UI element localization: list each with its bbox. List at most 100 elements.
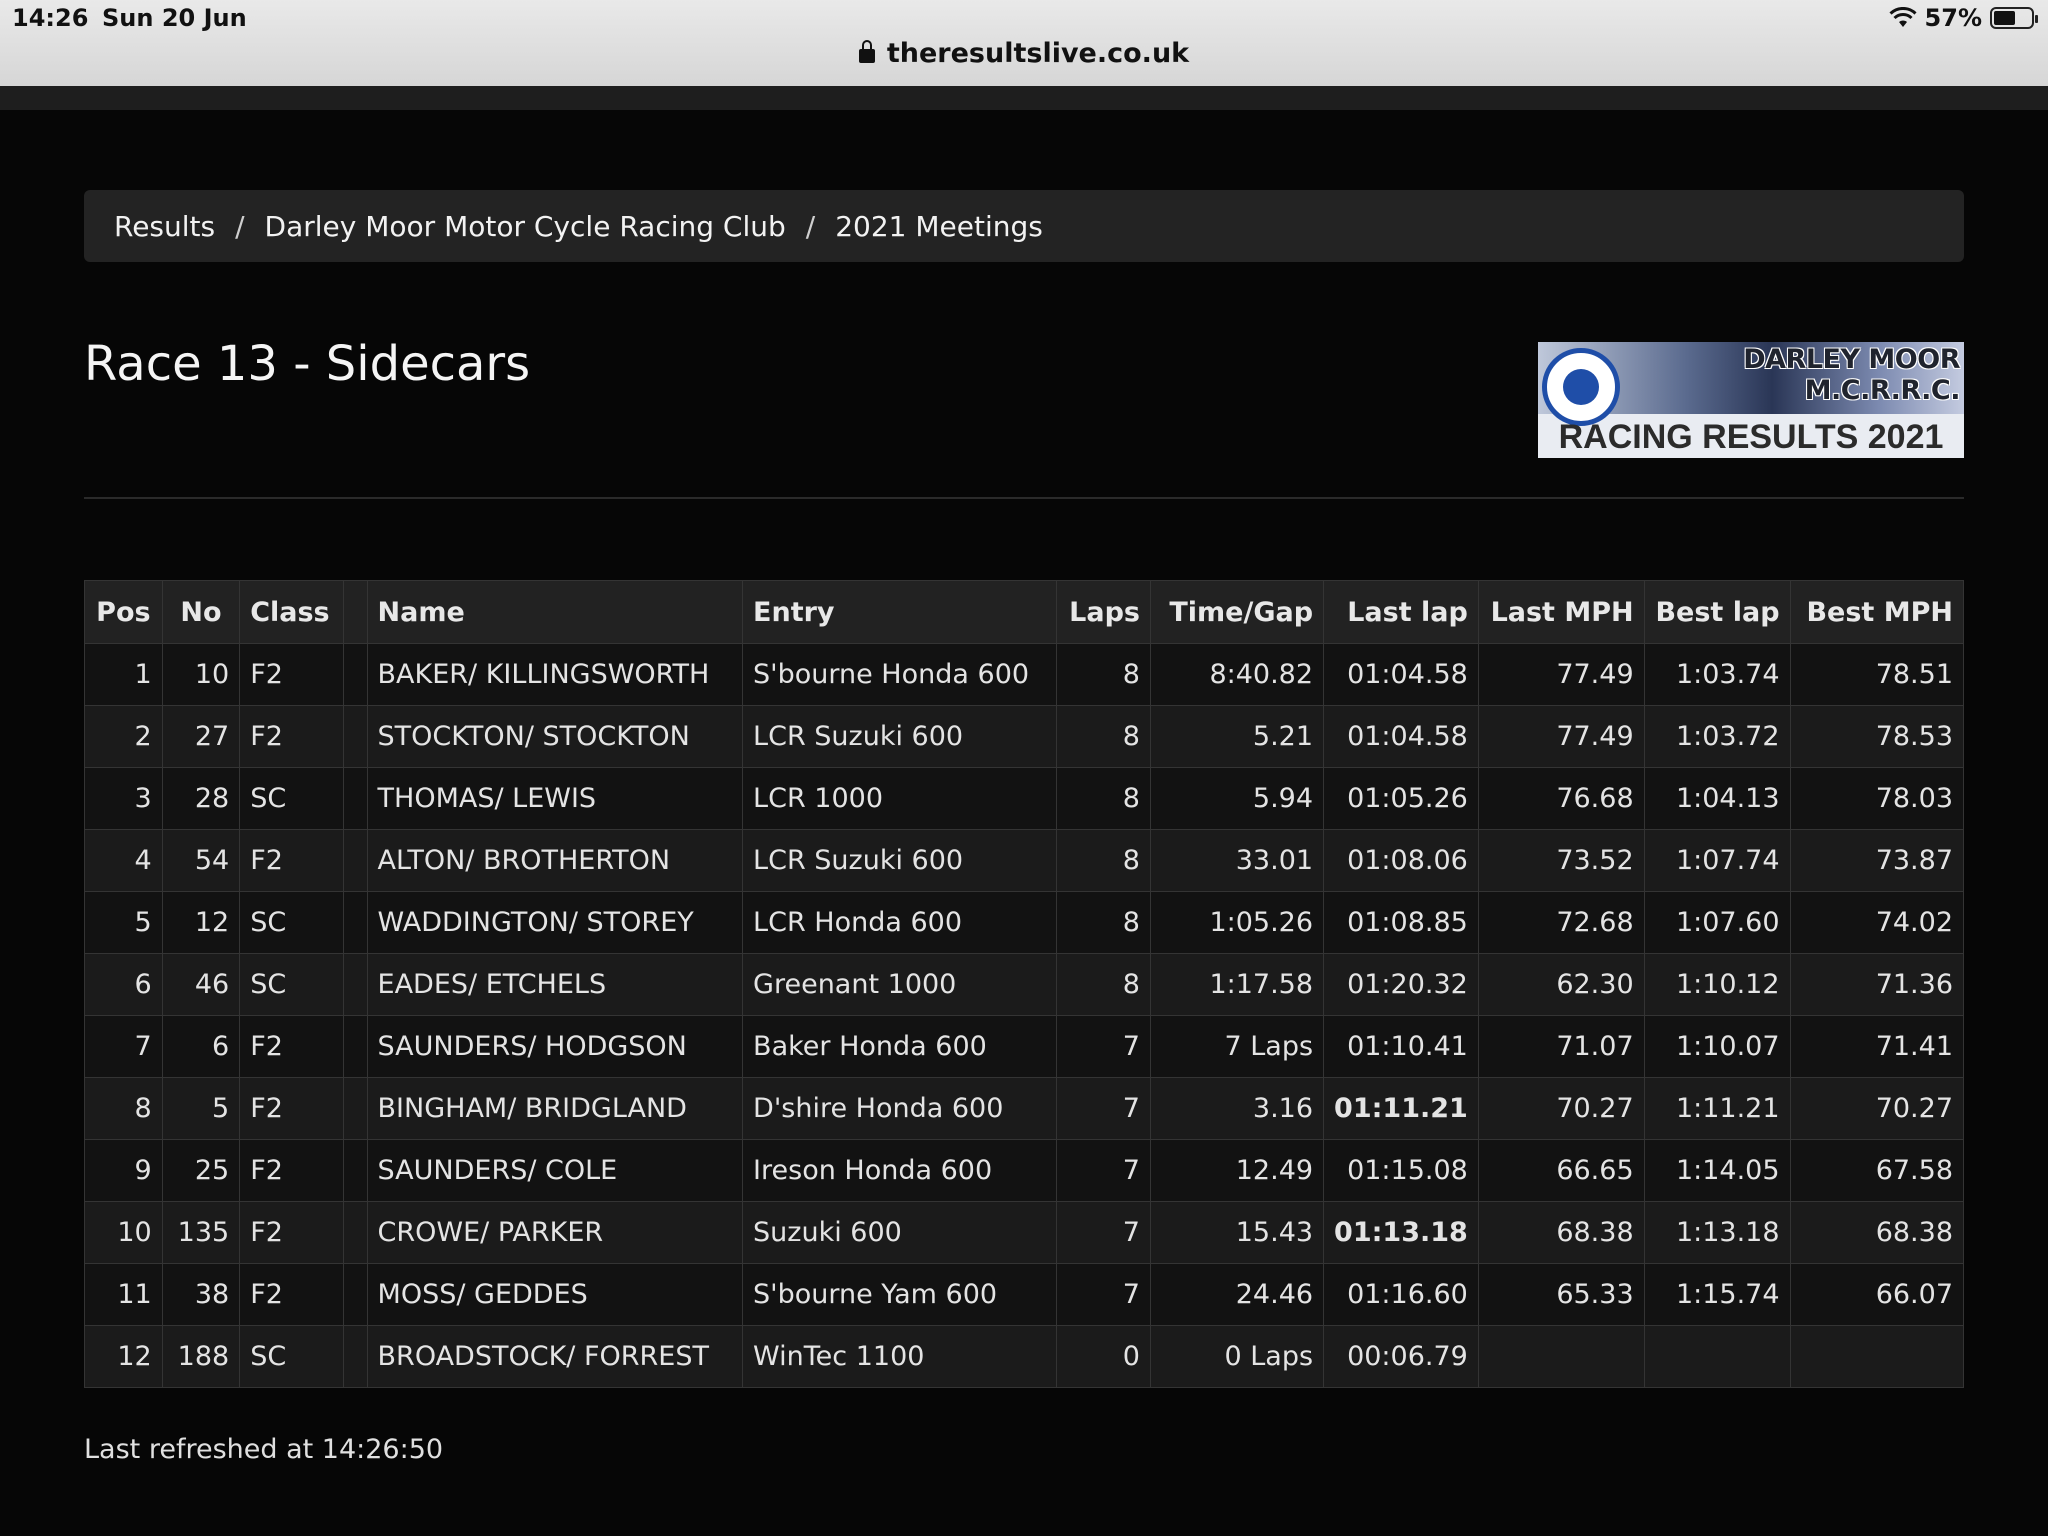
pos-cell: 12 (84, 1325, 163, 1388)
time-gap-cell: 0 Laps (1149, 1325, 1325, 1388)
best-mph-cell: 74.02 (1789, 891, 1965, 954)
class-cell: SC (239, 891, 344, 954)
name-cell: SAUNDERS/ HODGSON (366, 1015, 744, 1078)
breadcrumb-results[interactable]: Results (114, 210, 215, 243)
last-mph-cell: 77.49 (1477, 643, 1645, 706)
number-cell: 5 (161, 1077, 241, 1140)
best-mph-cell: 71.36 (1789, 953, 1965, 1016)
best-mph-cell: 78.51 (1789, 643, 1965, 706)
laps-cell: 8 (1056, 643, 1151, 706)
time-gap-cell: 24.46 (1149, 1263, 1325, 1326)
results-table: Pos No Class Name Entry Laps Time/Gap La… (84, 580, 1965, 1388)
page-title: Race 13 - Sidecars (84, 336, 531, 392)
table-row: 5 12 SC WADDINGTON/ STOREY LCR Honda 600 8 1:0… (84, 891, 1965, 954)
header-spacer (342, 580, 368, 644)
entry-cell: LCR Suzuki 600 (742, 829, 1058, 892)
class-cell: F2 (239, 1015, 344, 1078)
status-time: 14:26 (12, 4, 89, 32)
table-row: 2 27 F2 STOCKTON/ STOCKTON LCR Suzuki 600 8 5.… (84, 705, 1965, 768)
header-entry: Entry (742, 580, 1058, 644)
address-bar[interactable]: theresultslive.co.uk (0, 38, 2048, 69)
entry-cell: Baker Honda 600 (742, 1015, 1058, 1078)
best-lap-cell: 1:13.18 (1643, 1201, 1791, 1264)
header-name: Name (366, 580, 744, 644)
site-header-strip (0, 86, 2048, 110)
status-indicators: 57% (1889, 4, 2038, 32)
best-lap-cell: 1:07.74 (1643, 829, 1791, 892)
last-lap-cell: 01:05.26 (1323, 767, 1479, 830)
pos-cell: 6 (84, 953, 163, 1016)
pos-cell: 2 (84, 705, 163, 768)
laps-cell: 8 (1056, 705, 1151, 768)
class-cell: SC (239, 953, 344, 1016)
class-cell: F2 (239, 1201, 344, 1264)
laps-cell: 8 (1056, 767, 1151, 830)
name-cell: SAUNDERS/ COLE (366, 1139, 744, 1202)
lock-icon (858, 40, 875, 63)
spacer-cell (342, 1325, 368, 1388)
spacer-cell (342, 1139, 368, 1202)
entry-cell: D'shire Honda 600 (742, 1077, 1058, 1140)
best-mph-cell (1789, 1325, 1965, 1388)
logo-subtitle: RACING RESULTS 2021 (1558, 418, 1944, 456)
best-lap-cell: 1:15.74 (1643, 1263, 1791, 1326)
number-cell: 27 (161, 705, 241, 768)
pos-cell: 5 (84, 891, 163, 954)
spacer-cell (342, 1015, 368, 1078)
best-lap-cell: 1:07.60 (1643, 891, 1791, 954)
best-lap-cell: 1:10.12 (1643, 953, 1791, 1016)
entry-cell: LCR 1000 (742, 767, 1058, 830)
name-cell: WADDINGTON/ STOREY (366, 891, 744, 954)
time-gap-cell: 33.01 (1149, 829, 1325, 892)
laps-cell: 7 (1056, 1139, 1151, 1202)
spacer-cell (342, 705, 368, 768)
entry-cell: Ireson Honda 600 (742, 1139, 1058, 1202)
number-cell: 188 (161, 1325, 241, 1388)
breadcrumb-club[interactable]: Darley Moor Motor Cycle Racing Club (265, 210, 786, 243)
last-mph-cell: 72.68 (1477, 891, 1645, 954)
pos-cell: 10 (84, 1201, 163, 1264)
laps-cell: 7 (1056, 1077, 1151, 1140)
number-cell: 10 (161, 643, 241, 706)
breadcrumb-meetings[interactable]: 2021 Meetings (835, 210, 1043, 243)
pos-cell: 1 (84, 643, 163, 706)
pos-cell: 11 (84, 1263, 163, 1326)
pos-cell: 9 (84, 1139, 163, 1202)
name-cell: MOSS/ GEDDES (366, 1263, 744, 1326)
time-gap-cell: 3.16 (1149, 1077, 1325, 1140)
divider (84, 497, 1964, 499)
battery-icon (1990, 7, 2038, 29)
last-lap-cell: 01:13.18 (1323, 1201, 1479, 1264)
name-cell: CROWE/ PARKER (366, 1201, 744, 1264)
number-cell: 6 (161, 1015, 241, 1078)
table-row: 9 25 F2 SAUNDERS/ COLE Ireson Honda 600 7 12.4… (84, 1139, 1965, 1202)
best-lap-cell: 1:03.72 (1643, 705, 1791, 768)
laps-cell: 8 (1056, 829, 1151, 892)
club-badge-icon (1542, 348, 1620, 426)
spacer-cell (342, 891, 368, 954)
best-mph-cell: 66.07 (1789, 1263, 1965, 1326)
last-lap-cell: 01:10.41 (1323, 1015, 1479, 1078)
class-cell: SC (239, 1325, 344, 1388)
battery-level (1994, 11, 2015, 25)
name-cell: BAKER/ KILLINGSWORTH (366, 643, 744, 706)
last-mph-cell: 76.68 (1477, 767, 1645, 830)
name-cell: ALTON/ BROTHERTON (366, 829, 744, 892)
class-cell: F2 (239, 829, 344, 892)
last-mph-cell: 62.30 (1477, 953, 1645, 1016)
spacer-cell (342, 1077, 368, 1140)
last-mph-cell: 68.38 (1477, 1201, 1645, 1264)
class-cell: SC (239, 767, 344, 830)
table-row: 12 188 SC BROADSTOCK/ FORREST WinTec 1100 0 0 … (84, 1325, 1965, 1388)
number-cell: 38 (161, 1263, 241, 1326)
table-row: 8 5 F2 BINGHAM/ BRIDGLAND D'shire Honda 600 7… (84, 1077, 1965, 1140)
table-row: 7 6 F2 SAUNDERS/ HODGSON Baker Honda 600 7 7 L… (84, 1015, 1965, 1078)
last-lap-cell: 01:08.06 (1323, 829, 1479, 892)
laps-cell: 8 (1056, 891, 1151, 954)
header-laps: Laps (1056, 580, 1151, 644)
best-lap-cell: 1:10.07 (1643, 1015, 1791, 1078)
spacer-cell (342, 1201, 368, 1264)
time-gap-cell: 7 Laps (1149, 1015, 1325, 1078)
class-cell: F2 (239, 643, 344, 706)
header-time-gap: Time/Gap (1149, 580, 1325, 644)
